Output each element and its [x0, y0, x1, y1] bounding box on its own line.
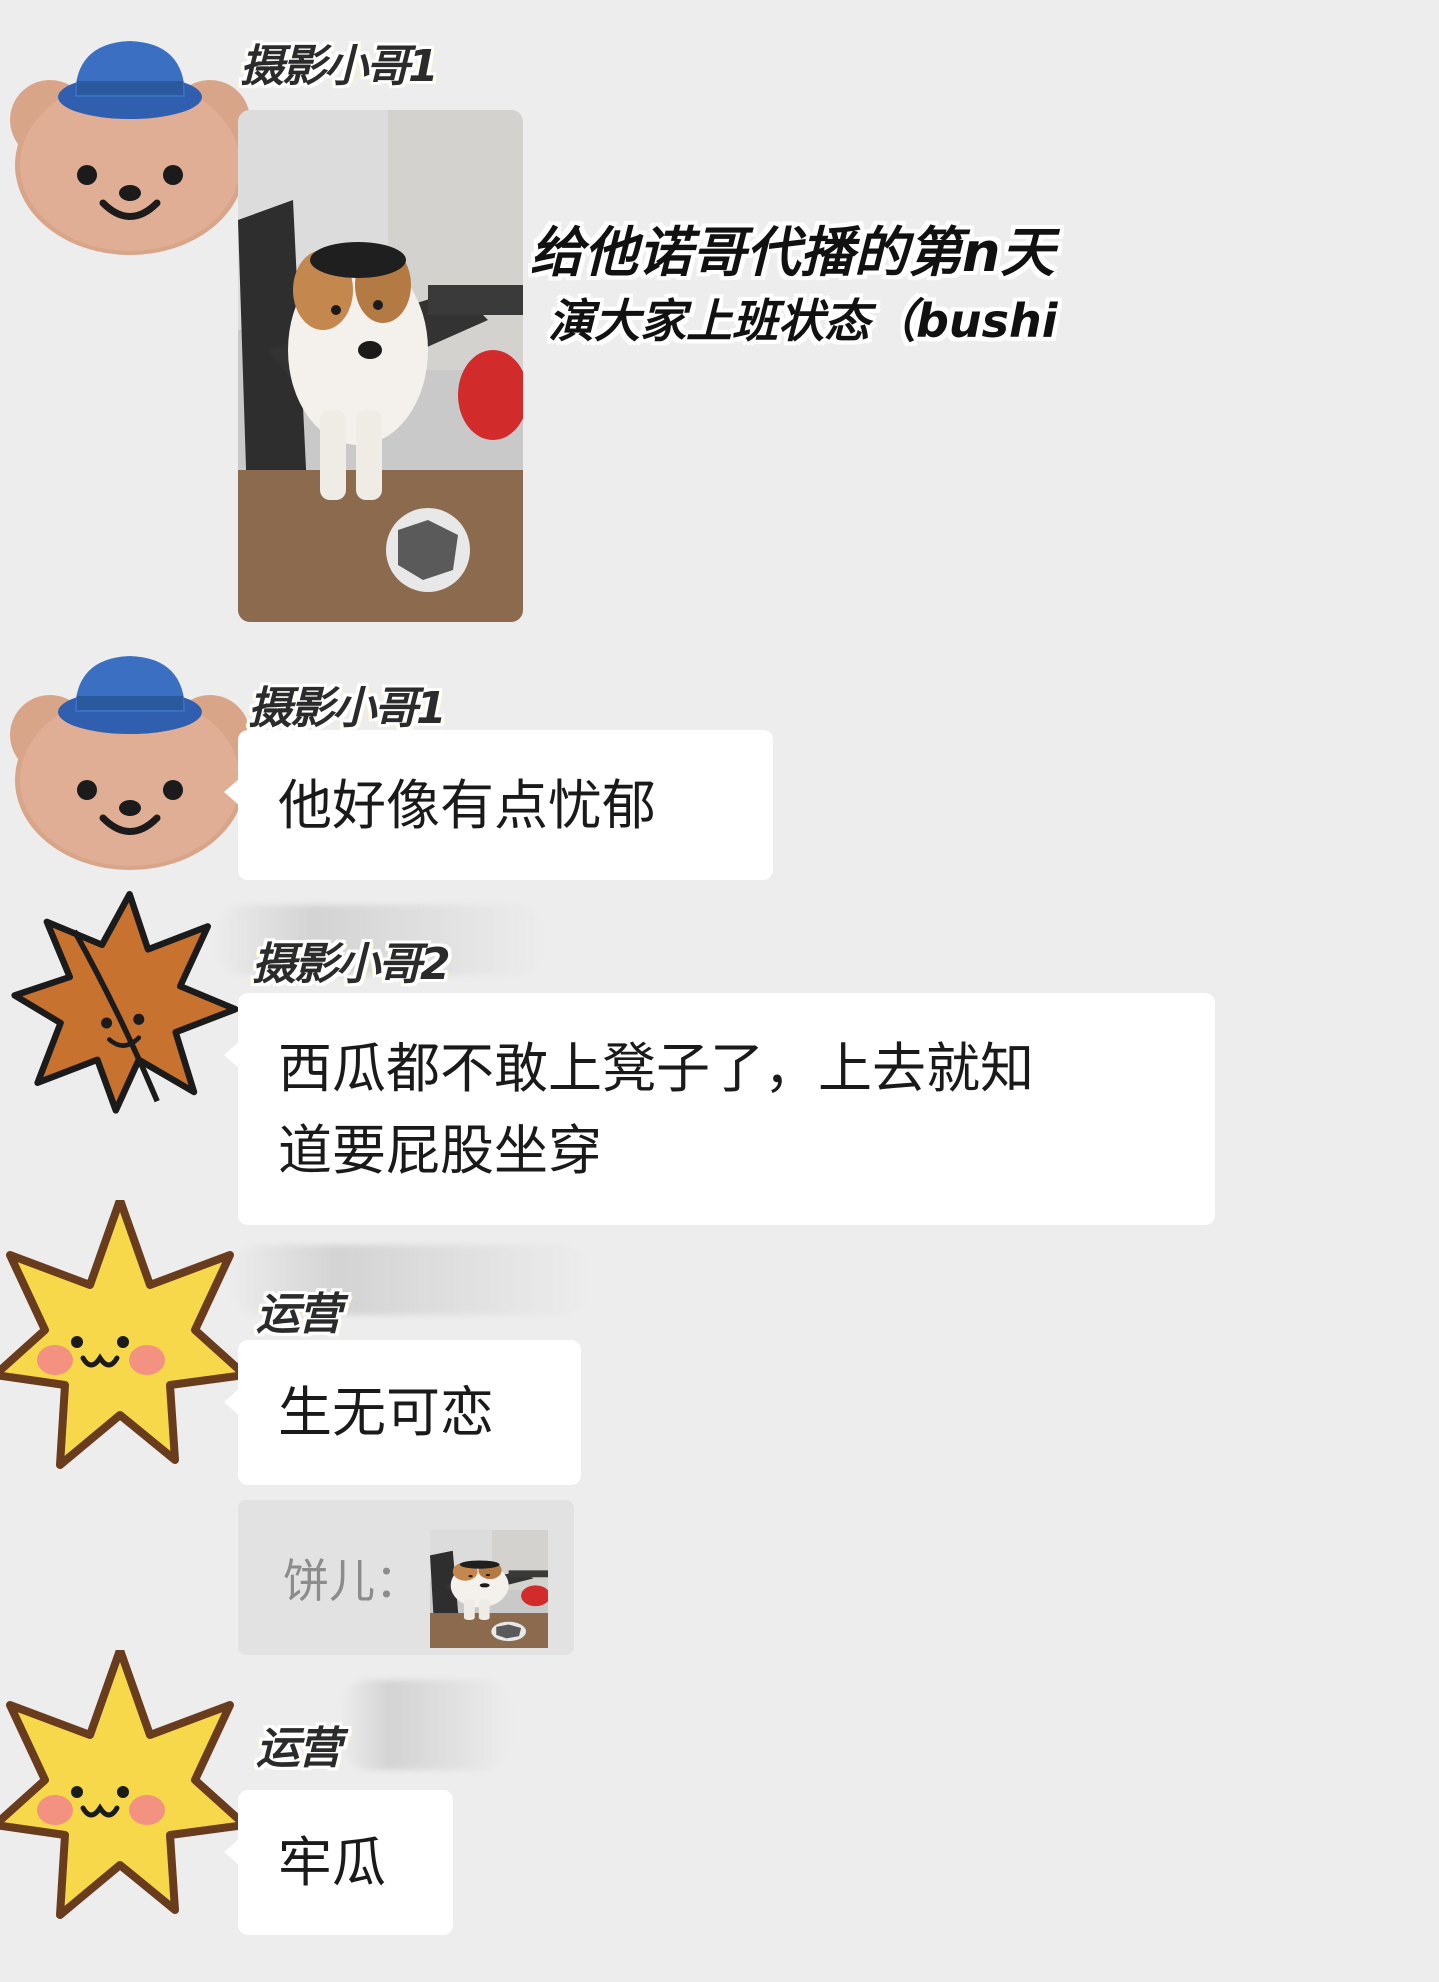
smiling-star-avatar-icon[interactable] — [0, 1200, 245, 1470]
message-text: 生无可恋 — [278, 1381, 494, 1444]
chat-screen: 摄影小哥1 给他诺哥代播的第n天 演大家上班状态（bushi 摄影小哥1 他好像… — [0, 0, 1439, 1982]
sender-name: 运营 — [256, 1723, 342, 1774]
overlay-caption-line-1: 给他诺哥代播的第n天 — [530, 221, 1055, 284]
message-bubble[interactable]: 西瓜都不敢上凳子了，上去就知 道要屁股坐穿 — [224, 993, 1215, 1225]
message-text-line-2: 道要屁股坐穿 — [278, 1119, 602, 1182]
sender-name: 摄影小哥1 — [248, 683, 447, 734]
smiling-star-avatar-icon[interactable] — [0, 1650, 245, 1920]
message-text-line-1: 西瓜都不敢上凳子了，上去就知 — [278, 1037, 1034, 1100]
bear-avatar-icon[interactable] — [5, 25, 255, 255]
bear-avatar-icon[interactable] — [5, 640, 255, 870]
redaction-smudge — [340, 1680, 510, 1770]
quote-author: 饼儿： — [283, 1554, 421, 1608]
sender-name: 摄影小哥1 — [240, 41, 439, 92]
quoted-reply[interactable]: 饼儿： — [238, 1500, 574, 1655]
quoted-dog-thumbnail[interactable] — [430, 1530, 548, 1648]
message-text: 他好像有点忧郁 — [278, 774, 656, 837]
message-text: 牢瓜 — [278, 1831, 386, 1894]
message-bubble[interactable]: 他好像有点忧郁 — [224, 730, 773, 880]
maple-leaf-avatar-icon[interactable] — [0, 885, 250, 1115]
message-bubble[interactable]: 牢瓜 — [224, 1790, 453, 1935]
message-bubble[interactable]: 生无可恋 — [224, 1340, 581, 1485]
sender-name: 运营 — [256, 1289, 342, 1340]
sender-name: 摄影小哥2 — [252, 939, 451, 990]
dog-photo-image[interactable] — [238, 110, 523, 622]
overlay-caption-line-2: 演大家上班状态（bushi — [548, 294, 1058, 348]
